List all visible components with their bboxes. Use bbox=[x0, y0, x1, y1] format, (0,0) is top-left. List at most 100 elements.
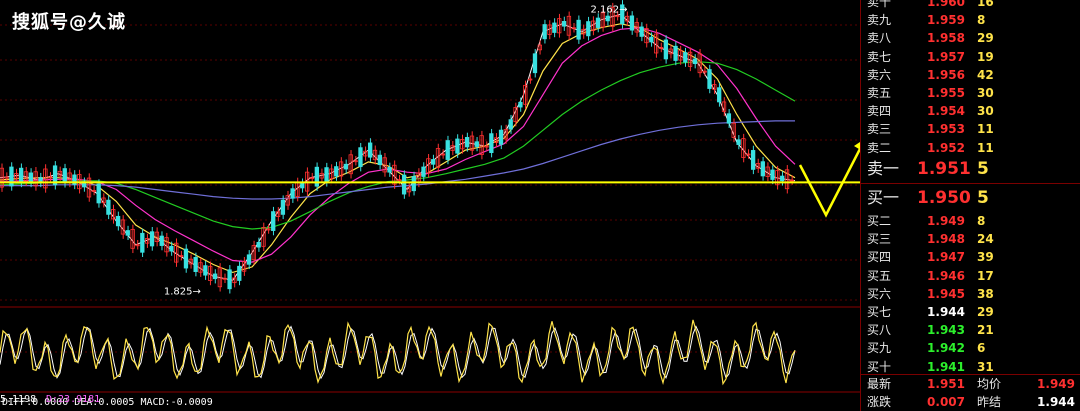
summary-label: 昨结 bbox=[977, 395, 1002, 409]
candle-body bbox=[508, 119, 513, 130]
ask-label: 卖四 bbox=[867, 104, 892, 119]
candle-body bbox=[518, 101, 523, 108]
ask-label: 卖二 bbox=[867, 140, 892, 155]
ask-price: 1.957 bbox=[927, 49, 965, 64]
bid-price: 1.947 bbox=[927, 250, 965, 265]
candle-body bbox=[552, 22, 557, 33]
bid-label: 买九 bbox=[867, 341, 892, 356]
candle-body bbox=[639, 26, 644, 37]
bid-row[interactable]: 买六 1.945 38 bbox=[861, 285, 1080, 303]
bid-row[interactable]: 买十 1.941 31 bbox=[861, 358, 1080, 376]
summary-value: 1.944 bbox=[1037, 395, 1075, 409]
ask-volume: 16 bbox=[977, 0, 994, 9]
candle-body bbox=[193, 256, 198, 272]
candle-body bbox=[586, 21, 591, 37]
candle-body bbox=[489, 133, 494, 154]
candle-body bbox=[663, 39, 669, 60]
candle-body bbox=[28, 172, 33, 183]
ask-row[interactable]: 卖十 1.960 16 bbox=[861, 0, 1080, 11]
candle-body bbox=[692, 58, 698, 65]
candle-body bbox=[203, 265, 208, 276]
bid-label: 买三 bbox=[867, 232, 892, 247]
ask-row[interactable]: 卖一 1.951 5 bbox=[861, 157, 1080, 181]
ask-label: 卖六 bbox=[867, 67, 892, 82]
candle-body bbox=[18, 167, 24, 183]
ask-price: 1.960 bbox=[927, 0, 965, 9]
bid-price: 1.946 bbox=[927, 268, 965, 283]
candle-body bbox=[561, 21, 567, 27]
candle-body bbox=[445, 140, 450, 160]
candle-body bbox=[183, 248, 189, 269]
bid-label: 买一 bbox=[867, 188, 900, 207]
candle-body bbox=[169, 245, 174, 252]
ask-label: 卖一 bbox=[867, 158, 900, 178]
candle-body bbox=[736, 139, 741, 145]
candle-body bbox=[474, 141, 479, 147]
bid-row[interactable]: 买五 1.946 17 bbox=[861, 267, 1080, 285]
candle-body bbox=[649, 36, 654, 43]
candle-body bbox=[212, 273, 218, 280]
direction-arrow-icon bbox=[798, 142, 860, 218]
candle-body bbox=[62, 168, 67, 184]
ask-row[interactable]: 卖二 1.952 11 bbox=[861, 139, 1080, 157]
candle-body bbox=[387, 167, 392, 173]
divider bbox=[861, 183, 1080, 184]
bid-label: 买二 bbox=[867, 214, 892, 228]
candle-body bbox=[532, 53, 538, 74]
summary-value: 1.951 bbox=[927, 377, 965, 391]
ask-label: 卖八 bbox=[867, 31, 892, 46]
bid-row[interactable]: 买二 1.949 8 bbox=[861, 212, 1080, 230]
ask-row[interactable]: 卖三 1.953 11 bbox=[861, 120, 1080, 138]
candle-body bbox=[595, 17, 601, 28]
candle-body bbox=[770, 169, 775, 180]
bid-row[interactable]: 买三 1.948 24 bbox=[861, 230, 1080, 248]
ask-row[interactable]: 卖四 1.954 30 bbox=[861, 102, 1080, 120]
candle-body bbox=[750, 150, 756, 170]
ask-row[interactable]: 卖九 1.959 8 bbox=[861, 11, 1080, 29]
chart-series bbox=[0, 0, 796, 294]
bid-price: 1.944 bbox=[927, 305, 965, 319]
bid-label: 买五 bbox=[867, 268, 892, 283]
candle-body bbox=[290, 188, 295, 199]
price-annotation: 1.825→ bbox=[164, 286, 201, 297]
summary-label: 最新 bbox=[867, 377, 892, 391]
ask-row[interactable]: 卖六 1.956 42 bbox=[861, 66, 1080, 84]
bid-row[interactable]: 买九 1.942 6 bbox=[861, 339, 1080, 357]
bid-volume: 31 bbox=[977, 359, 994, 374]
summary-label: 涨跌 bbox=[867, 395, 892, 409]
bid-volume: 21 bbox=[977, 323, 994, 338]
bid-row[interactable]: 买八 1.943 21 bbox=[861, 321, 1080, 339]
bid-price: 1.950 bbox=[917, 188, 971, 208]
bid-volume: 5 bbox=[977, 188, 989, 208]
ask-volume: 29 bbox=[977, 31, 994, 46]
bid-volume: 8 bbox=[977, 214, 986, 228]
candle-body bbox=[149, 231, 155, 247]
candle-body bbox=[237, 265, 242, 281]
bid-volume: 6 bbox=[977, 341, 986, 356]
ask-price: 1.959 bbox=[927, 13, 965, 28]
bid-row[interactable]: 买七 1.944 29 bbox=[861, 303, 1080, 321]
candle-body bbox=[358, 147, 363, 168]
bid-volume: 38 bbox=[977, 286, 994, 301]
bid-row[interactable]: 买四 1.947 39 bbox=[861, 248, 1080, 266]
ask-label: 卖五 bbox=[867, 86, 892, 100]
chart-grid bbox=[0, 24, 860, 393]
candle-body bbox=[455, 138, 460, 154]
ask-price: 1.953 bbox=[927, 122, 965, 137]
candle-body bbox=[498, 129, 504, 145]
ask-volume: 19 bbox=[977, 49, 994, 64]
candle-body bbox=[300, 182, 305, 189]
bid-label: 买八 bbox=[867, 323, 892, 338]
ask-price: 1.952 bbox=[927, 140, 965, 155]
candle-body bbox=[227, 269, 232, 290]
kdj-tail-label: 5.1198 bbox=[0, 394, 37, 405]
ask-volume: 30 bbox=[977, 86, 994, 100]
ask-row[interactable]: 卖五 1.955 30 bbox=[861, 84, 1080, 102]
bid-price: 1.942 bbox=[927, 341, 965, 356]
bid-row[interactable]: 买一 1.950 5 bbox=[861, 186, 1080, 210]
ask-row[interactable]: 卖七 1.957 19 bbox=[861, 48, 1080, 66]
ask-row[interactable]: 卖八 1.958 29 bbox=[861, 29, 1080, 47]
candle-body bbox=[726, 113, 732, 124]
ask-label: 卖三 bbox=[867, 122, 892, 137]
ask-price: 1.956 bbox=[927, 67, 965, 82]
